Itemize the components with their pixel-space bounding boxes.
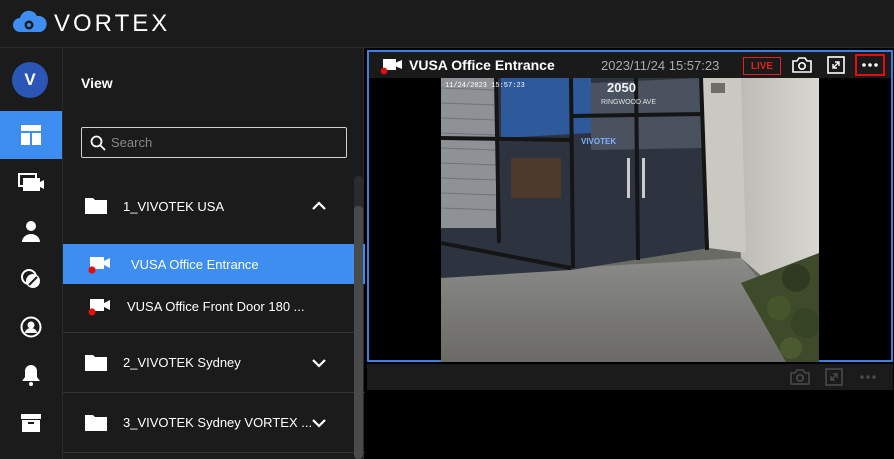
archive-icon [21,414,41,432]
fullscreen-button[interactable] [825,55,847,75]
vortex-logo-icon [13,10,47,32]
scroll-thumb[interactable] [354,206,363,459]
street-name: RINGWOOD AVE [601,99,656,106]
video-frame: 2050 RINGWOOD AVE VIVOTEK 11/24/2023 15:… [441,78,819,362]
expand-icon [827,56,845,74]
nav-cameras[interactable] [0,159,62,207]
video-tile[interactable]: VUSA Office Entrance 2023/11/24 15:57:23… [367,50,893,362]
camera-item[interactable]: VUSA Office Entrance [63,244,365,284]
logo[interactable]: VORTEX [12,10,170,38]
camera-video-feed[interactable]: 2050 RINGWOOD AVE VIVOTEK 11/24/2023 15:… [441,78,819,362]
camera-icon [380,59,402,75]
nav-notifications[interactable] [0,351,62,399]
group-row[interactable]: 1_VIVOTEK USA [63,176,365,236]
view-panel: View 1_VIVOTEK USA [62,48,365,459]
more-options-button[interactable] [855,54,885,76]
search-box[interactable] [81,127,347,158]
video-overlay-timestamp: 11/24/2023 15:57:23 [445,82,525,90]
group-row[interactable]: 2_VIVOTEK Sydney [63,333,365,393]
app-window: VORTEX V View Search 1_VIVOTEK USA VUSA … [0,0,894,459]
live-view-area: VUSA Office Entrance 2023/11/24 15:57:23… [365,48,894,459]
nav-rail: V [0,48,62,459]
folder-icon [85,198,107,214]
door-logo: VIVOTEK [581,137,616,146]
camera-tree: 1_VIVOTEK USA VUSA Office Entrance VUSA … [63,176,365,453]
fullscreen-button[interactable] [823,367,845,387]
more-icon [862,63,878,67]
camera-icon [88,299,110,316]
search-icon [90,135,106,151]
cameras-icon [18,173,44,191]
folder-icon [85,355,107,371]
more-icon [860,375,876,379]
brand-name: VORTEX [54,9,171,37]
secondary-tile-bar [367,364,893,390]
folder-icon [85,415,107,431]
camera-icon [88,257,110,274]
group-label: 2_VIVOTEK Sydney [123,355,241,370]
nav-layout[interactable] [0,111,62,159]
snapshot-button[interactable] [791,55,813,75]
nav-account[interactable] [0,303,62,351]
search-input[interactable] [111,135,331,150]
chevron-down-icon[interactable] [311,415,327,431]
camera-label: VUSA Office Entrance [131,256,259,272]
chevron-down-icon[interactable] [311,355,327,371]
camera-item[interactable]: VUSA Office Front Door 180 ... [63,286,365,326]
tile-header: VUSA Office Entrance 2023/11/24 15:57:23… [369,52,891,78]
tile-title: VUSA Office Entrance [409,57,555,73]
group-label: 3_VIVOTEK Sydney VORTEX ... [123,415,313,430]
user-icon [22,221,40,242]
top-bar: VORTEX [0,0,894,48]
layout-icon [21,125,41,145]
bell-icon [22,365,40,386]
snapshot-button[interactable] [789,367,811,387]
group-label: 1_VIVOTEK USA [123,198,225,214]
building-number: 2050 [607,80,636,95]
chevron-up-icon[interactable] [311,198,327,214]
nav-archive[interactable] [0,399,62,447]
nav-tags[interactable] [0,255,62,303]
camera-snapshot-icon [790,369,810,385]
avatar[interactable]: V [12,62,48,98]
nav-users[interactable] [0,207,62,255]
expand-icon [825,368,843,386]
more-options-button[interactable] [857,367,879,387]
group-row[interactable]: 3_VIVOTEK Sydney VORTEX ... [63,393,365,453]
camera-label: VUSA Office Front Door 180 ... [127,298,305,314]
panel-title: View [81,75,113,91]
tile-timestamp: 2023/11/24 15:57:23 [601,58,720,73]
live-badge: LIVE [743,57,781,75]
account-icon [20,316,42,338]
tags-icon [21,269,40,288]
camera-snapshot-icon [792,57,812,73]
panel-scrollbar[interactable] [354,176,363,459]
